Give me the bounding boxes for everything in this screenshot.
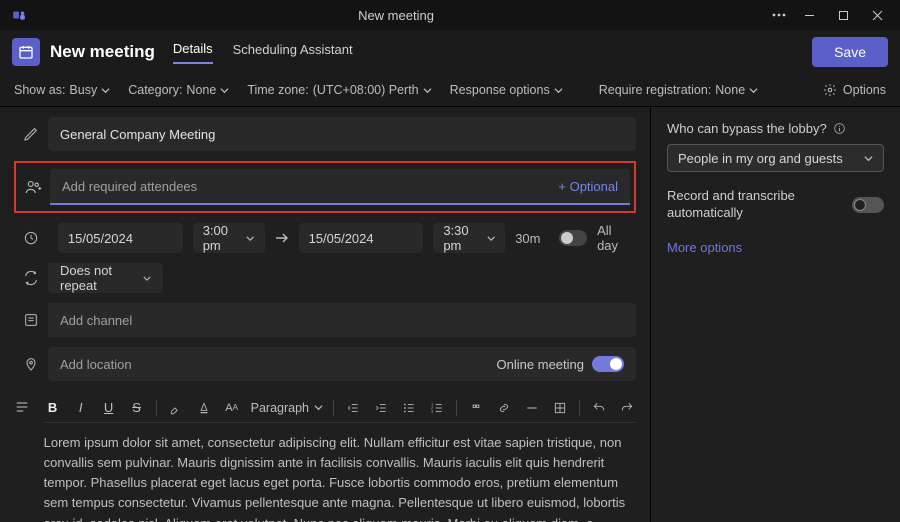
paragraph-style-dropdown[interactable]: Paragraph xyxy=(251,401,323,415)
titlebar-more-button[interactable] xyxy=(764,3,794,27)
end-date-input[interactable]: 15/05/2024 xyxy=(299,223,424,253)
duration-label: 30m xyxy=(515,231,549,246)
show-as-dropdown[interactable]: Show as: Busy xyxy=(14,83,110,97)
teams-app-icon xyxy=(10,6,28,24)
all-day-label: All day xyxy=(597,223,636,253)
tab-scheduling-assistant[interactable]: Scheduling Assistant xyxy=(233,42,353,63)
chevron-down-icon xyxy=(487,234,495,243)
numbered-list-button[interactable]: 123 xyxy=(428,401,446,415)
window-minimize-button[interactable] xyxy=(794,3,824,27)
options-bar: Show as: Busy Category: None Time zone: … xyxy=(0,74,900,107)
rich-text-toolbar: B I U S AA Paragraph 123 xyxy=(44,393,636,423)
meeting-form: General Company Meeting Add required att… xyxy=(0,107,650,522)
underline-button[interactable]: U xyxy=(100,400,118,415)
calendar-icon xyxy=(12,38,40,66)
add-optional-attendees-link[interactable]: + Optional xyxy=(558,179,618,194)
window-title: New meeting xyxy=(28,8,764,23)
bypass-lobby-label: Who can bypass the lobby? xyxy=(667,121,884,136)
end-time-input[interactable]: 3:30 pm xyxy=(433,223,505,253)
recurrence-dropdown[interactable]: Does not repeat xyxy=(48,263,163,293)
font-size-button[interactable]: AA xyxy=(223,402,241,414)
timezone-dropdown[interactable]: Time zone: (UTC+08:00) Perth xyxy=(247,83,431,97)
chevron-down-icon xyxy=(423,86,432,95)
repeat-icon xyxy=(14,270,48,286)
bypass-lobby-dropdown[interactable]: People in my org and guests xyxy=(667,144,884,172)
font-color-button[interactable] xyxy=(195,401,213,415)
meeting-title-input[interactable]: General Company Meeting xyxy=(48,117,636,151)
page-title: New meeting xyxy=(50,42,155,62)
quote-button[interactable] xyxy=(467,401,485,415)
category-dropdown[interactable]: Category: None xyxy=(128,83,229,97)
attendees-row-highlight: Add required attendees + Optional xyxy=(14,161,636,213)
divider-button[interactable] xyxy=(523,401,541,415)
record-transcribe-label: Record and transcribe automatically xyxy=(667,188,827,222)
window-maximize-button[interactable] xyxy=(828,3,858,27)
description-icon xyxy=(14,393,44,522)
chevron-down-icon xyxy=(554,86,563,95)
meeting-options-button[interactable]: Options xyxy=(823,83,886,97)
chevron-down-icon xyxy=(101,86,110,95)
tab-details[interactable]: Details xyxy=(173,41,213,64)
start-date-input[interactable]: 15/05/2024 xyxy=(58,223,183,253)
window-close-button[interactable] xyxy=(862,3,892,27)
chevron-down-icon xyxy=(749,86,758,95)
italic-button[interactable]: I xyxy=(72,400,90,415)
link-button[interactable] xyxy=(495,401,513,415)
online-meeting-toggle[interactable] xyxy=(592,356,624,372)
meeting-options-panel: Who can bypass the lobby? People in my o… xyxy=(650,107,900,522)
clock-icon xyxy=(14,230,48,246)
location-input[interactable]: Add location Online meeting xyxy=(48,347,636,381)
redo-button[interactable] xyxy=(618,401,636,415)
more-options-link[interactable]: More options xyxy=(667,240,884,255)
highlight-button[interactable] xyxy=(167,401,185,415)
gear-icon xyxy=(823,83,837,97)
all-day-toggle[interactable] xyxy=(559,230,587,246)
bold-button[interactable]: B xyxy=(44,400,62,415)
chevron-down-icon xyxy=(220,86,229,95)
require-registration-dropdown[interactable]: Require registration: None xyxy=(599,83,758,97)
svg-text:3: 3 xyxy=(431,409,433,413)
chevron-down-icon xyxy=(864,154,873,163)
attendees-placeholder: Add required attendees xyxy=(62,179,558,194)
add-channel-input[interactable]: Add channel xyxy=(48,303,636,337)
chevron-down-icon xyxy=(246,234,254,243)
table-button[interactable] xyxy=(551,401,569,415)
channel-icon xyxy=(14,312,48,328)
chevron-down-icon xyxy=(143,274,151,283)
save-button[interactable]: Save xyxy=(812,37,888,67)
indent-increase-button[interactable] xyxy=(372,401,390,415)
people-icon xyxy=(16,178,50,196)
chevron-down-icon xyxy=(314,403,323,412)
required-attendees-input[interactable]: Add required attendees + Optional xyxy=(50,169,630,205)
strikethrough-button[interactable]: S xyxy=(128,400,146,415)
page-header: New meeting Details Scheduling Assistant… xyxy=(0,30,900,74)
start-time-input[interactable]: 3:00 pm xyxy=(193,223,265,253)
undo-button[interactable] xyxy=(590,401,608,415)
info-icon[interactable] xyxy=(833,122,846,135)
indent-decrease-button[interactable] xyxy=(344,401,362,415)
location-icon xyxy=(14,356,48,372)
description-editor[interactable]: Lorem ipsum dolor sit amet, consectetur … xyxy=(44,433,636,522)
edit-icon xyxy=(14,126,48,142)
response-options-dropdown[interactable]: Response options xyxy=(450,83,563,97)
online-meeting-label: Online meeting xyxy=(497,357,584,372)
bullet-list-button[interactable] xyxy=(400,401,418,415)
record-transcribe-toggle[interactable] xyxy=(852,197,884,213)
window-titlebar: New meeting xyxy=(0,0,900,30)
arrow-right-icon xyxy=(275,233,289,243)
